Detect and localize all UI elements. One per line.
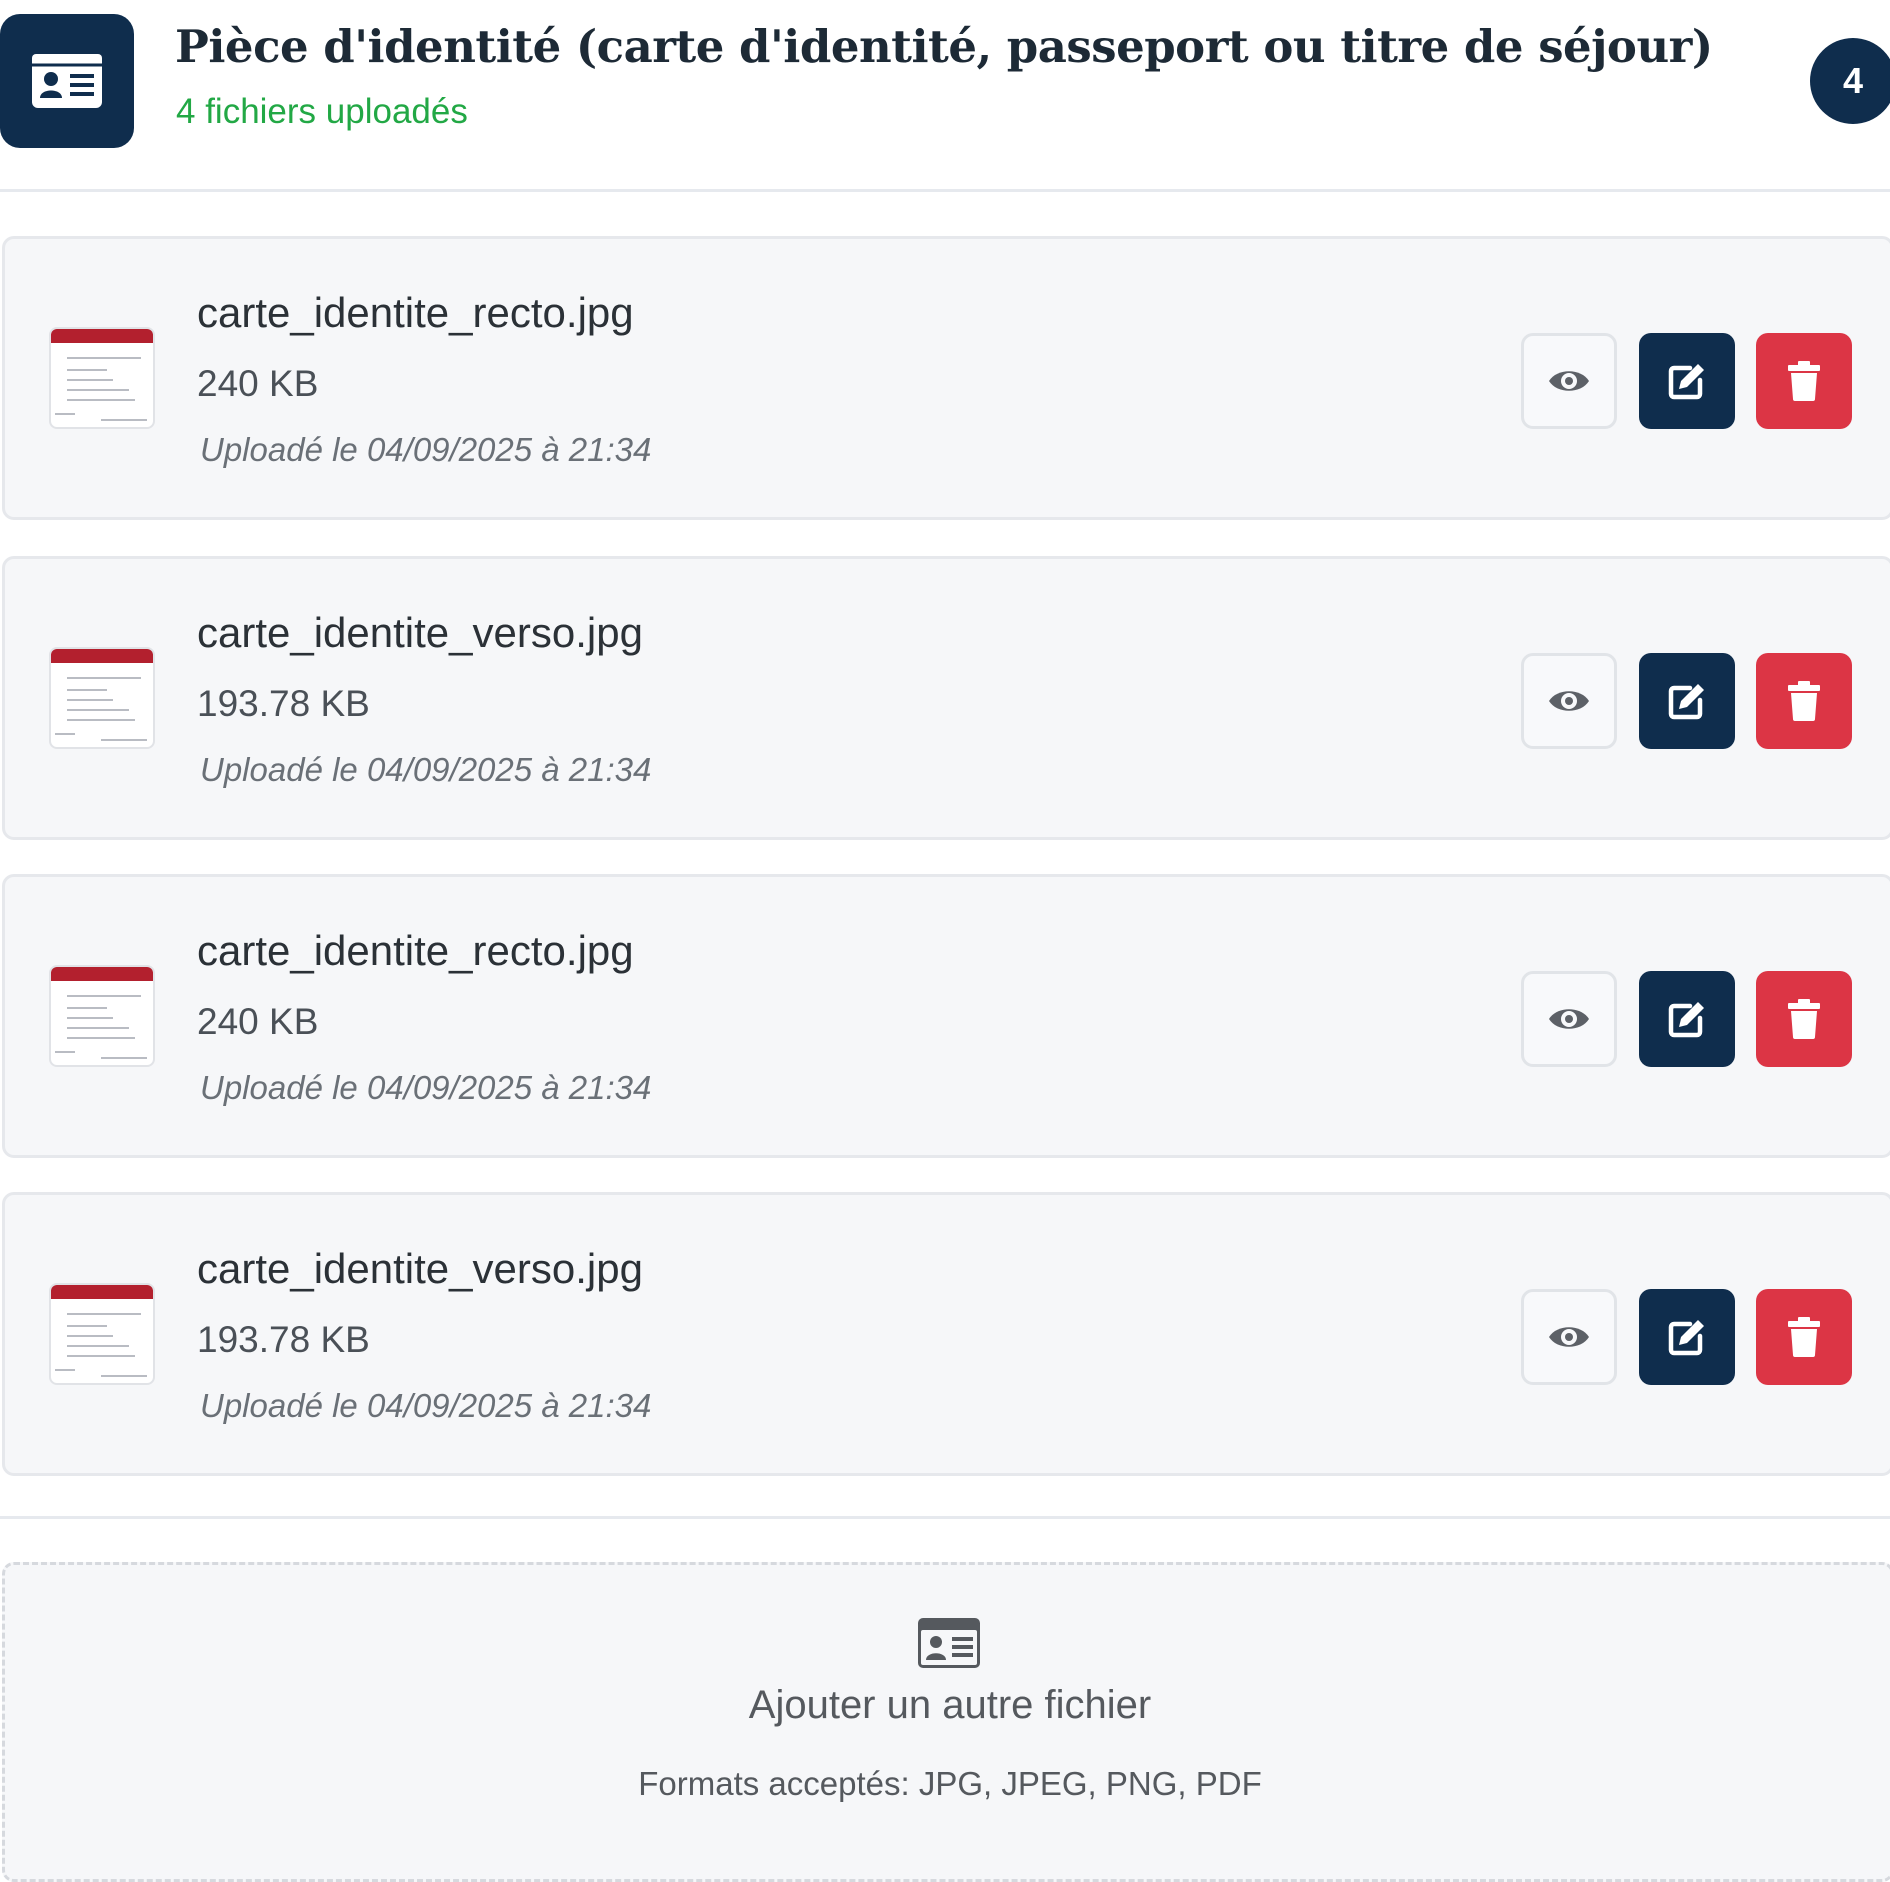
eye-icon: [1549, 1009, 1589, 1029]
edit-icon: [1668, 1002, 1704, 1038]
eye-icon: [1549, 1327, 1589, 1347]
view-button[interactable]: [1521, 971, 1617, 1067]
delete-button[interactable]: [1756, 971, 1852, 1067]
file-card: carte_identite_recto.jpg 240 KB Uploadé …: [2, 236, 1890, 520]
file-thumbnail[interactable]: [49, 1283, 155, 1385]
file-size: 193.78 KB: [197, 683, 370, 724]
trash-icon: [1788, 681, 1820, 721]
id-card-icon: [0, 14, 134, 148]
edit-icon: [1668, 364, 1704, 400]
id-card-icon: [918, 1618, 980, 1668]
edit-icon: [1668, 1320, 1704, 1356]
document-header: Pièce d'identité (carte d'identité, pass…: [0, 0, 1890, 192]
file-thumbnail[interactable]: [49, 327, 155, 429]
upload-date: Uploadé le 04/09/2025 à 21:34: [200, 1069, 652, 1106]
edit-button[interactable]: [1639, 333, 1735, 429]
file-size: 240 KB: [197, 363, 319, 404]
view-button[interactable]: [1521, 333, 1617, 429]
delete-button[interactable]: [1756, 1289, 1852, 1385]
edit-button[interactable]: [1639, 971, 1735, 1067]
upload-date: Uploadé le 04/09/2025 à 21:34: [200, 751, 652, 788]
add-file-label[interactable]: Ajouter un autre fichier: [5, 1683, 1890, 1728]
file-name: carte_identite_verso.jpg: [197, 1245, 643, 1292]
edit-button[interactable]: [1639, 1289, 1735, 1385]
upload-status: 4 fichiers uploadés: [176, 92, 468, 131]
file-size: 240 KB: [197, 1001, 319, 1042]
view-button[interactable]: [1521, 1289, 1617, 1385]
upload-date: Uploadé le 04/09/2025 à 21:34: [200, 1387, 652, 1424]
file-thumbnail[interactable]: [49, 965, 155, 1067]
divider: [0, 1516, 1890, 1519]
trash-icon: [1788, 361, 1820, 401]
file-name: carte_identite_recto.jpg: [197, 927, 634, 974]
file-count-badge: 4: [1810, 38, 1890, 124]
accepted-formats: Formats acceptés: JPG, JPEG, PNG, PDF: [638, 1765, 1262, 1802]
trash-icon: [1788, 1317, 1820, 1357]
file-card: carte_identite_recto.jpg 240 KB Uploadé …: [2, 874, 1890, 1158]
document-title: Pièce d'identité (carte d'identité, pass…: [175, 20, 1713, 73]
edit-button[interactable]: [1639, 653, 1735, 749]
trash-icon: [1788, 999, 1820, 1039]
file-size: 193.78 KB: [197, 1319, 370, 1360]
delete-button[interactable]: [1756, 333, 1852, 429]
file-name: carte_identite_verso.jpg: [197, 609, 643, 656]
file-name: carte_identite_recto.jpg: [197, 289, 634, 336]
eye-icon: [1549, 371, 1589, 391]
upload-date: Uploadé le 04/09/2025 à 21:34: [200, 431, 652, 468]
edit-icon: [1668, 684, 1704, 720]
file-card: carte_identite_verso.jpg 193.78 KB Uploa…: [2, 1192, 1890, 1476]
delete-button[interactable]: [1756, 653, 1852, 749]
view-button[interactable]: [1521, 653, 1617, 749]
file-card: carte_identite_verso.jpg 193.78 KB Uploa…: [2, 556, 1890, 840]
file-thumbnail[interactable]: [49, 647, 155, 749]
eye-icon: [1549, 691, 1589, 711]
add-file-dropzone[interactable]: Ajouter un autre fichier Formats accepté…: [2, 1562, 1890, 1882]
